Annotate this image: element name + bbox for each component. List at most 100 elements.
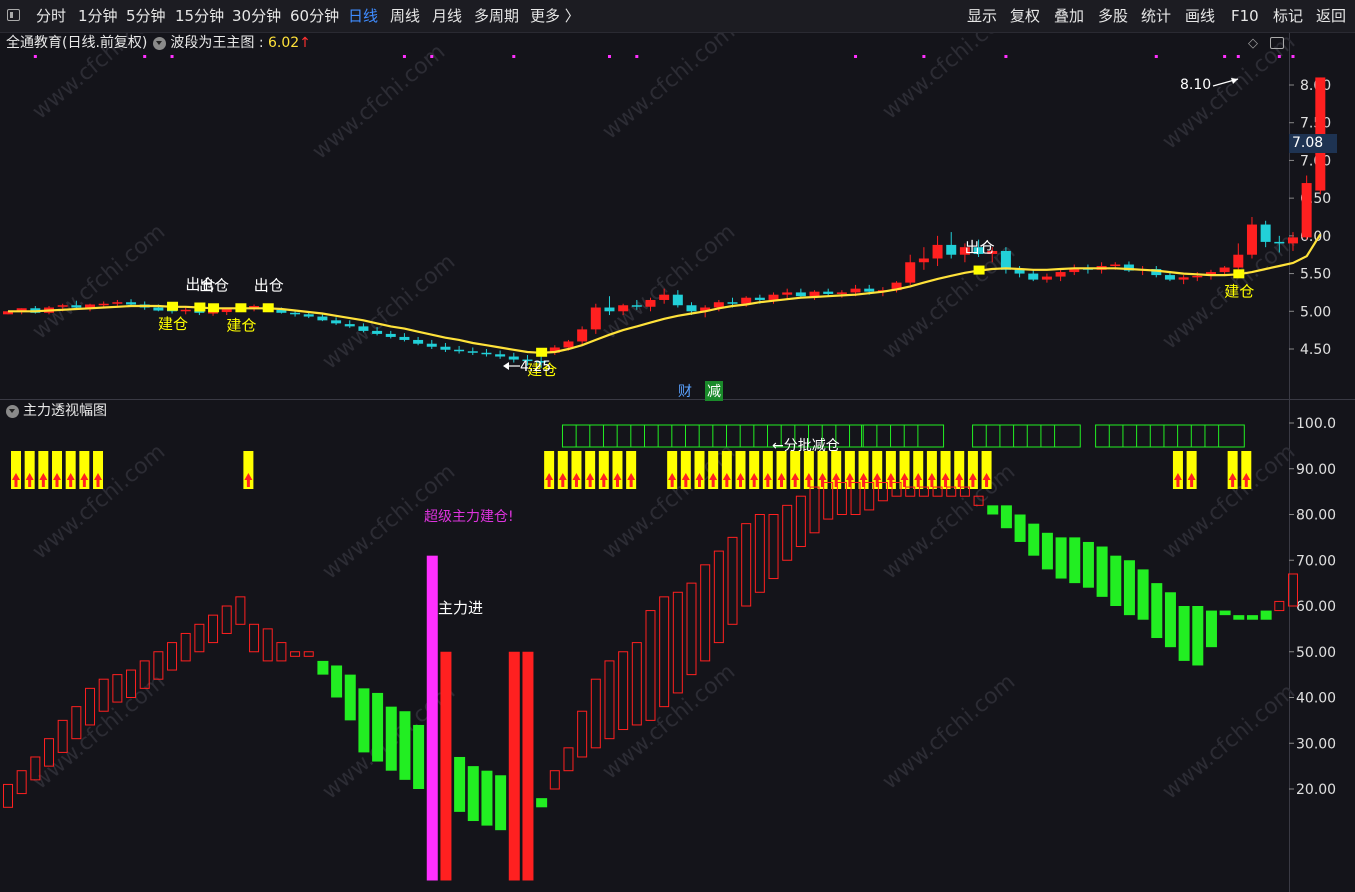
candle-body-59 [809, 291, 820, 297]
candle-body-91 [1246, 224, 1257, 255]
sub-indicator-dropdown-icon[interactable] [6, 404, 19, 418]
top-mark-8 [854, 55, 858, 58]
amp-bar-79 [1082, 541, 1094, 588]
high-price-label: 8.10 [1180, 77, 1211, 93]
candle-body-5 [71, 305, 82, 308]
candle-body-46 [631, 305, 642, 307]
candle-body-50 [686, 305, 697, 312]
candle-body-86 [1178, 277, 1189, 280]
tab-period-8[interactable]: 月线 [432, 0, 462, 32]
amp-bar-36 [495, 775, 507, 831]
stock-title: 全通教育(日线.前复权) [6, 35, 148, 51]
yellow-signal-stem-10 [574, 479, 578, 487]
signal-in-label-7: 建仓 [1224, 282, 1254, 300]
candle-body-8 [112, 302, 123, 304]
candle-body-35 [481, 352, 492, 355]
yellow-signal-stem-42 [1244, 479, 1248, 487]
yellow-signal-stem-8 [547, 479, 551, 487]
amp-bar-34 [467, 766, 479, 822]
sub-ytick-label-4: 60.00 [1296, 599, 1336, 615]
amp-bar-23 [317, 660, 329, 675]
toolbar-button-4[interactable]: 统计 [1141, 0, 1171, 32]
toolbar-button-1[interactable]: 复权 [1010, 0, 1040, 32]
candle-body-57 [782, 292, 793, 295]
amp-bar-81 [1110, 555, 1122, 606]
candle-body-23 [317, 316, 328, 321]
amp-bar-90 [1233, 615, 1245, 620]
amp-bar-30 [413, 724, 425, 789]
main-ytick-label-5: 5.50 [1300, 267, 1331, 283]
candle-body-49 [672, 294, 683, 306]
tab-period-10[interactable]: 更多 〉 [530, 0, 580, 32]
toolbar-button-7[interactable]: 标记 [1273, 0, 1303, 32]
main-force-enter-annotation: 主力进 [438, 599, 483, 617]
toolbar-button-8[interactable]: 返回 [1316, 0, 1346, 32]
window-icon[interactable] [7, 9, 20, 21]
tab-period-6[interactable]: 日线 [348, 0, 378, 32]
indicator-dropdown-icon[interactable] [153, 36, 167, 50]
yellow-signal-stem-15 [670, 479, 674, 487]
sub-ytick-label-1: 90.00 [1296, 462, 1336, 478]
candle-body-28 [385, 333, 396, 337]
signal-box-4 [262, 303, 274, 313]
yellow-signal-stem-11 [588, 479, 592, 487]
candle-body-47 [645, 299, 656, 307]
toolbar-button-2[interactable]: 叠加 [1054, 0, 1084, 32]
tab-period-9[interactable]: 多周期 [474, 0, 519, 32]
tab-period-4[interactable]: 30分钟 [232, 0, 281, 32]
yellow-signal-stem-32 [903, 479, 907, 487]
amp-bar-83 [1137, 569, 1149, 620]
candle-body-9 [126, 302, 137, 305]
reduce-flag[interactable]: 减 [705, 381, 723, 401]
diamond-icon[interactable]: ◇ [1248, 36, 1258, 51]
indicator-name: 波段为王主图 [170, 35, 255, 51]
yellow-signal-stem-25 [807, 479, 811, 487]
candle-body-73 [1000, 250, 1011, 270]
maximize-icon[interactable] [1270, 37, 1284, 49]
candle-body-25 [344, 324, 355, 327]
yellow-signal-stem-12 [602, 479, 606, 487]
top-mark-5 [512, 55, 516, 58]
candle-body-58 [795, 292, 806, 297]
amp-bar-92 [1260, 610, 1272, 620]
current-price-tag: 7.08 [1289, 134, 1337, 153]
yellow-signal-stem-17 [698, 479, 701, 487]
toolbar: 分时 1分钟 5分钟 15分钟 30分钟 60分钟 日线 周线 月线 多周期 更多 〉 显示 复权 叠加… [0, 0, 1355, 33]
yellow-signal-stem-33 [916, 479, 920, 487]
tab-period-5[interactable]: 60分钟 [290, 0, 339, 32]
candle-body-76 [1041, 276, 1052, 280]
tab-period-0[interactable]: 分时 [36, 0, 66, 32]
toolbar-button-0[interactable]: 显示 [967, 0, 997, 32]
top-mark-6 [607, 55, 611, 58]
tab-period-2[interactable]: 5分钟 [126, 0, 166, 32]
amp-bar-32 [440, 651, 452, 881]
toolbar-button-5[interactable]: 画线 [1185, 0, 1215, 32]
yellow-signal-stem-21 [752, 479, 756, 487]
signal-in-label-0: 建仓 [158, 315, 188, 333]
yellow-signal-stem-22 [766, 479, 770, 487]
sub-indicator-name: 主力透视幅图 [23, 403, 107, 419]
toolbar-button-6[interactable]: F10 [1231, 0, 1259, 32]
amp-bar-35 [481, 770, 493, 826]
low-price-label: 4.25 [520, 359, 551, 375]
signal-box-1 [194, 302, 206, 312]
yellow-signal-stem-0 [14, 479, 18, 487]
candle-body-26 [358, 326, 369, 331]
tab-period-1[interactable]: 1分钟 [78, 0, 118, 32]
candle-body-42 [577, 329, 588, 342]
tab-period-7[interactable]: 周线 [390, 0, 420, 32]
candle-body-44 [604, 307, 615, 312]
yellow-signal-stem-41 [1231, 479, 1235, 487]
tab-period-3[interactable]: 15分钟 [175, 0, 224, 32]
top-mark-7 [635, 55, 639, 58]
top-mark-9 [922, 55, 926, 58]
candle-body-11 [153, 307, 164, 311]
yellow-signal-stem-34 [930, 479, 934, 487]
sub-ytick-label-7: 30.00 [1296, 736, 1336, 752]
amp-bar-31 [426, 555, 438, 881]
top-mark-14 [1277, 55, 1281, 58]
candle-body-89 [1219, 267, 1230, 273]
candle-body-67 [918, 258, 929, 263]
finance-flag[interactable]: 财 [678, 381, 692, 401]
toolbar-button-3[interactable]: 多股 [1098, 0, 1128, 32]
